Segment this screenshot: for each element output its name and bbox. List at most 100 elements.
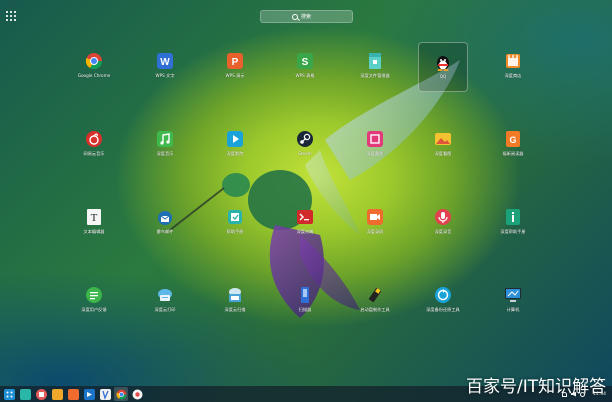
fullscreen-toggle-icon[interactable]	[6, 11, 16, 21]
app-voice-recorder[interactable]: 深度录音	[418, 198, 468, 248]
app-label: 深度帮助手册	[500, 229, 526, 234]
chrome-icon	[85, 52, 103, 70]
app-chrome[interactable]: Google Chrome	[69, 42, 119, 92]
netease-music-icon	[85, 130, 103, 148]
text-editor-icon: T	[85, 208, 103, 226]
app-label: Google Chrome	[77, 73, 111, 78]
app-wps-spreadsheet[interactable]: S WPS 表格	[280, 42, 330, 92]
app-label: 深度录音	[434, 229, 452, 234]
launcher-icon[interactable]	[2, 387, 16, 401]
app-label: 扫描器	[298, 307, 312, 312]
app-screen-recorder[interactable]: 深度录屏	[350, 198, 400, 248]
app-deepin-movie[interactable]: 深度影院	[210, 120, 260, 170]
app-thunderbird[interactable]: 雷鸟邮件	[140, 198, 190, 248]
wps-writer-icon: W	[156, 52, 174, 70]
app-label: WPS 表格	[295, 73, 315, 78]
app-screenshot[interactable]: 深度截图	[350, 120, 400, 170]
svg-text:T: T	[91, 212, 98, 224]
app-label: 深度音乐	[156, 151, 174, 156]
app-label: WPS 演示	[225, 73, 245, 78]
app-label: Steam	[298, 151, 312, 156]
app-qq-penguin[interactable]: QQ	[418, 42, 468, 92]
wps-presentation-icon: P	[226, 52, 244, 70]
qq-penguin-icon	[434, 53, 452, 71]
app-label: 深度影院	[226, 151, 244, 156]
wps-dock-icon[interactable]	[98, 387, 112, 401]
app-wps-presentation[interactable]: P WPS 演示	[210, 42, 260, 92]
app-label: 启动盘制作工具	[360, 307, 390, 312]
app-image-viewer[interactable]: 深度看图	[418, 120, 468, 170]
thunderbird-icon	[156, 208, 174, 226]
app-file-manager[interactable]: 深度文件管理器	[350, 42, 400, 92]
app-scanner[interactable]: 扫描器	[280, 276, 330, 326]
wps-spreadsheet-icon: S	[296, 52, 314, 70]
image-viewer-icon	[434, 130, 452, 148]
help-manual-icon	[226, 208, 244, 226]
app-help-manual[interactable]: 帮助手册	[210, 198, 260, 248]
voice-recorder-icon	[434, 208, 452, 226]
app-text-editor[interactable]: T 文本编辑器	[69, 198, 119, 248]
svg-text:W: W	[160, 57, 170, 68]
search-input[interactable]	[301, 11, 321, 22]
app-label: 文本编辑器	[83, 229, 105, 234]
app-label: 深度截图	[366, 151, 384, 156]
app-label: 深度商店	[504, 73, 522, 78]
app-deepin-music[interactable]: 深度音乐	[140, 120, 190, 170]
svg-text:P: P	[232, 57, 239, 68]
cloud-scan-icon	[226, 286, 244, 304]
app-label: 深度录屏	[366, 229, 384, 234]
chrome-dock-icon[interactable]	[114, 387, 128, 401]
screenshot-dock-icon[interactable]	[34, 387, 48, 401]
app-cloud-scan[interactable]: 深度云扫描	[210, 276, 260, 326]
scanner-icon	[296, 286, 314, 304]
app-deepin-manual[interactable]: 深度帮助手册	[488, 198, 538, 248]
app-label: 深度备份还原工具	[426, 307, 460, 312]
app-label: 深度文件管理器	[360, 73, 390, 78]
app-wps-writer[interactable]: W WPS 文字	[140, 42, 190, 92]
steam-icon	[296, 130, 314, 148]
app-feedback[interactable]: 深度用户反馈	[69, 276, 119, 326]
watermark: 百家号/IT知识解答	[466, 377, 607, 397]
app-label: 网易云音乐	[83, 151, 105, 156]
app-label: 帮助手册	[226, 229, 244, 234]
app-terminal[interactable]: 深度终端	[280, 198, 330, 248]
backup-restore-icon	[434, 286, 452, 304]
search-icon	[292, 13, 298, 20]
app-label: 深度用户反馈	[81, 307, 107, 312]
screen-recorder-icon	[366, 208, 384, 226]
svg-text:S: S	[302, 57, 309, 68]
app-label: 深度云扫描	[224, 307, 246, 312]
foxit-reader-icon: G	[504, 130, 522, 148]
screenshot-icon	[366, 130, 384, 148]
app-label: 深度云打印	[154, 307, 176, 312]
cloud-print-icon	[156, 286, 174, 304]
app-steam[interactable]: Steam	[280, 120, 330, 170]
app-boot-maker[interactable]: 启动盘制作工具	[350, 276, 400, 326]
app-cloud-print[interactable]: 深度云打印	[140, 276, 190, 326]
deepin-music-icon	[156, 130, 174, 148]
feedback-icon	[85, 286, 103, 304]
show-desktop-icon[interactable]	[18, 387, 32, 401]
store-dock-icon[interactable]	[82, 387, 96, 401]
app-computer[interactable]: 计算机	[488, 276, 538, 326]
app-label: 福昕阅读器	[502, 151, 524, 156]
deepin-manual-icon	[504, 208, 522, 226]
search-bar[interactable]	[260, 10, 353, 23]
deepin-store-icon	[504, 52, 522, 70]
file-manager-icon	[366, 52, 384, 70]
app-foxit-reader[interactable]: G 福昕阅读器	[488, 120, 538, 170]
music-dock-icon[interactable]	[50, 387, 64, 401]
settings-dock-icon[interactable]	[130, 387, 144, 401]
app-label: WPS 文字	[155, 73, 175, 78]
dock-items	[0, 387, 144, 401]
boot-maker-icon	[366, 286, 384, 304]
app-label: QQ	[439, 74, 447, 79]
files-dock-icon[interactable]	[66, 387, 80, 401]
deepin-movie-icon	[226, 130, 244, 148]
app-netease-music[interactable]: 网易云音乐	[69, 120, 119, 170]
computer-icon	[504, 286, 522, 304]
app-label: 计算机	[506, 307, 520, 312]
app-label: 雷鸟邮件	[156, 229, 174, 234]
app-deepin-store[interactable]: 深度商店	[488, 42, 538, 92]
app-backup-restore[interactable]: 深度备份还原工具	[418, 276, 468, 326]
